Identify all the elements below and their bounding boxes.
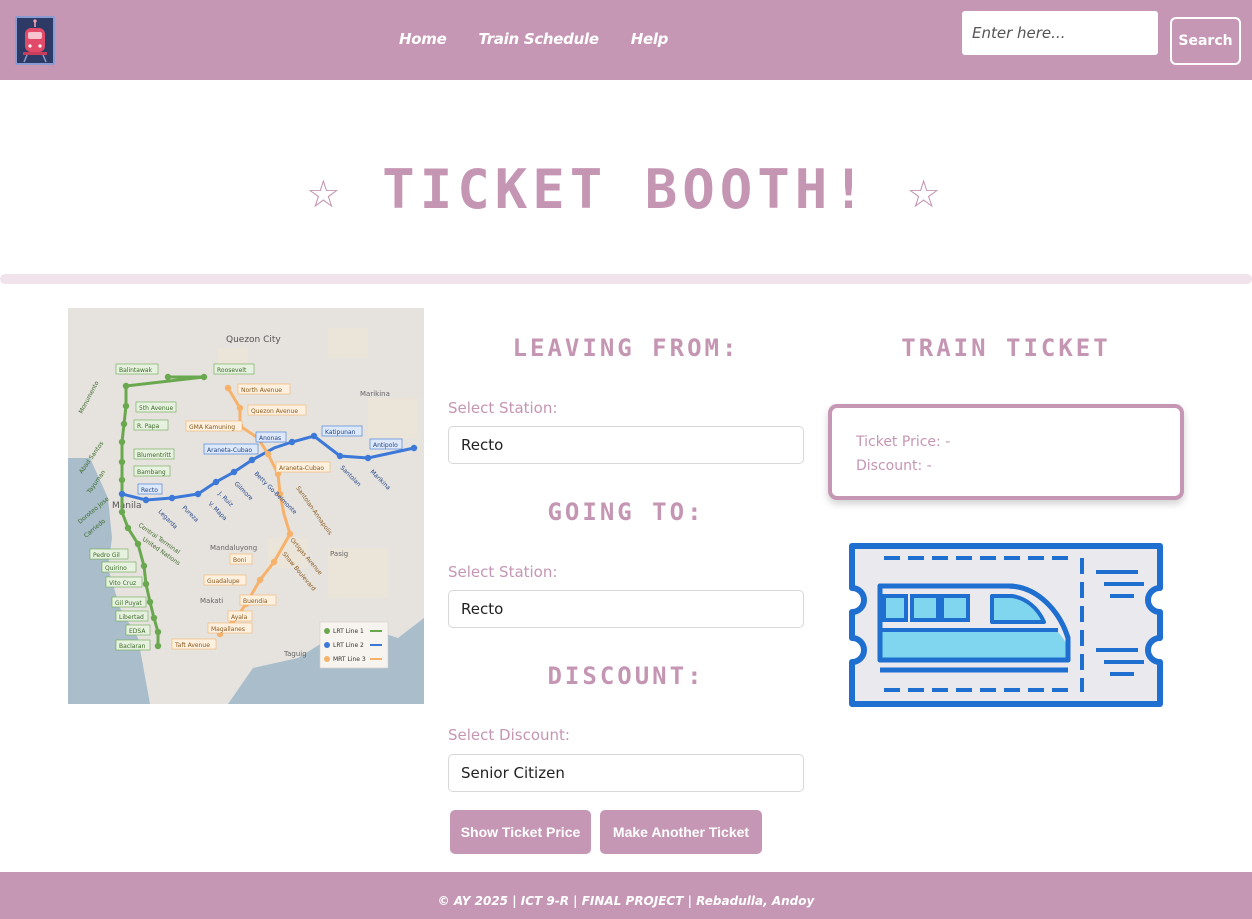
nav-links: Home Train Schedule Help xyxy=(399,30,700,48)
map-label-mandaluyong: Mandaluyong xyxy=(210,544,257,552)
map-station-monumento: Monumento xyxy=(78,380,101,415)
map-label-marikina: Marikina xyxy=(360,390,390,398)
map-station-gma-kamuning: GMA Kamuning xyxy=(189,424,235,431)
map-station-blumentritt: Blumentritt xyxy=(137,452,172,459)
going-select-label: Select Station: xyxy=(448,563,558,581)
leaving-from-heading: LEAVING FROM: xyxy=(512,334,740,362)
leaving-select-label: Select Station: xyxy=(448,399,558,417)
going-station-select[interactable]: Recto xyxy=(448,590,804,628)
show-ticket-price-button[interactable]: Show Ticket Price xyxy=(450,810,591,854)
going-to-heading: GOING TO: xyxy=(547,498,705,526)
map-station-libertad: Libertad xyxy=(119,614,144,621)
map-station-bambang: Bambang xyxy=(137,469,166,476)
nav-link-help[interactable]: Help xyxy=(631,30,669,48)
search-button[interactable]: Search xyxy=(1170,17,1241,65)
map-station-araneta-cubao-mrt3: Araneta-Cubao xyxy=(279,465,324,472)
map-station-roosevelt: Roosevelt xyxy=(217,367,247,374)
map-station-antipolo: Antipolo xyxy=(373,442,398,449)
map-station-north-avenue: North Avenue xyxy=(241,387,282,394)
train-route-map: Quezon City Marikina Manila Mandaluyong … xyxy=(68,308,424,704)
nav-link-home[interactable]: Home xyxy=(399,30,447,48)
map-station-guadalupe: Guadalupe xyxy=(207,578,240,585)
map-station-santolan: Santolan xyxy=(339,464,363,488)
map-label-quezon-city: Quezon City xyxy=(226,335,281,345)
map-station-santolan-annapolis: Santolan-Annapolis xyxy=(294,485,333,536)
map-station-pureza: Pureza xyxy=(181,504,200,523)
map-station-betty-go-belmonte: Betty Go-Belmonte xyxy=(253,470,299,516)
train-ticket-icon xyxy=(848,542,1164,708)
map-station-boni: Boni xyxy=(233,557,247,564)
discount-heading: DISCOUNT: xyxy=(547,662,705,690)
map-legend-lrt2: LRT Line 2 xyxy=(333,642,364,649)
map-legend-mrt3: MRT Line 3 xyxy=(333,656,366,663)
map-station-ayala: Ayala xyxy=(231,614,248,621)
make-another-ticket-button[interactable]: Make Another Ticket xyxy=(600,810,762,854)
train-logo-icon[interactable] xyxy=(15,16,55,65)
map-station-marikina: Marikina xyxy=(369,468,392,491)
map-station-katipunan: Katipunan xyxy=(325,429,356,436)
navbar: Home Train Schedule Help Search xyxy=(0,0,1252,80)
map-station-edsa: EDSA xyxy=(129,628,146,635)
map-station-gilmore: Gilmore xyxy=(233,480,255,502)
leaving-station-select[interactable]: Recto xyxy=(448,426,804,464)
discount-select-label: Select Discount: xyxy=(448,726,570,744)
page-title: ☆ TICKET BOOTH! ☆ xyxy=(307,158,945,221)
map-station-taft-avenue: Taft Avenue xyxy=(174,642,210,649)
map-station-r-papa: R. Papa xyxy=(137,423,160,430)
map-station-quezon-avenue: Quezon Avenue xyxy=(251,408,298,415)
ticket-price-text: Ticket Price: - xyxy=(856,434,951,450)
map-station-anonas: Anonas xyxy=(259,435,281,442)
map-station-buendia: Buendia xyxy=(243,598,268,605)
map-station-vito-cruz: Vito Cruz xyxy=(109,580,136,587)
map-station-gil-puyat: Gil Puyat xyxy=(115,600,142,607)
map-station-baclaran: Baclaran xyxy=(119,643,146,650)
footer-credits: © AY 2025 | ICT 9-R | FINAL PROJECT | Re… xyxy=(437,894,815,908)
footer: © AY 2025 | ICT 9-R | FINAL PROJECT | Re… xyxy=(0,872,1252,919)
map-station-balintawak: Balintawak xyxy=(119,367,153,374)
map-label-makati: Makati xyxy=(200,597,223,605)
map-station-magallanes: Magallanes xyxy=(211,626,245,633)
map-label-pasig: Pasig xyxy=(330,550,348,558)
map-station-5th-avenue: 5th Avenue xyxy=(139,405,173,412)
map-station-quirino: Quirino xyxy=(105,565,127,572)
search-input[interactable] xyxy=(962,11,1158,55)
discount-select[interactable]: Senior Citizen xyxy=(448,754,804,792)
ticket-discount-text: Discount: - xyxy=(856,458,932,474)
map-label-taguig: Taguig xyxy=(283,650,307,658)
map-label-manila: Manila xyxy=(112,501,142,511)
map-legend-lrt1: LRT Line 1 xyxy=(333,628,364,635)
map-station-pedro-gil: Pedro Gil xyxy=(93,552,120,559)
hero-divider xyxy=(0,274,1252,284)
train-ticket-heading: TRAIN TICKET xyxy=(901,334,1111,362)
map-station-araneta-cubao-lrt2: Araneta-Cubao xyxy=(207,447,252,454)
nav-link-train-schedule[interactable]: Train Schedule xyxy=(478,30,599,48)
map-station-legarda: Legarda xyxy=(157,508,179,530)
ticket-result-card: Ticket Price: - Discount: - xyxy=(828,404,1184,500)
map-station-j-ruiz: J. Ruiz xyxy=(216,490,234,508)
map-station-recto: Recto xyxy=(141,487,158,494)
